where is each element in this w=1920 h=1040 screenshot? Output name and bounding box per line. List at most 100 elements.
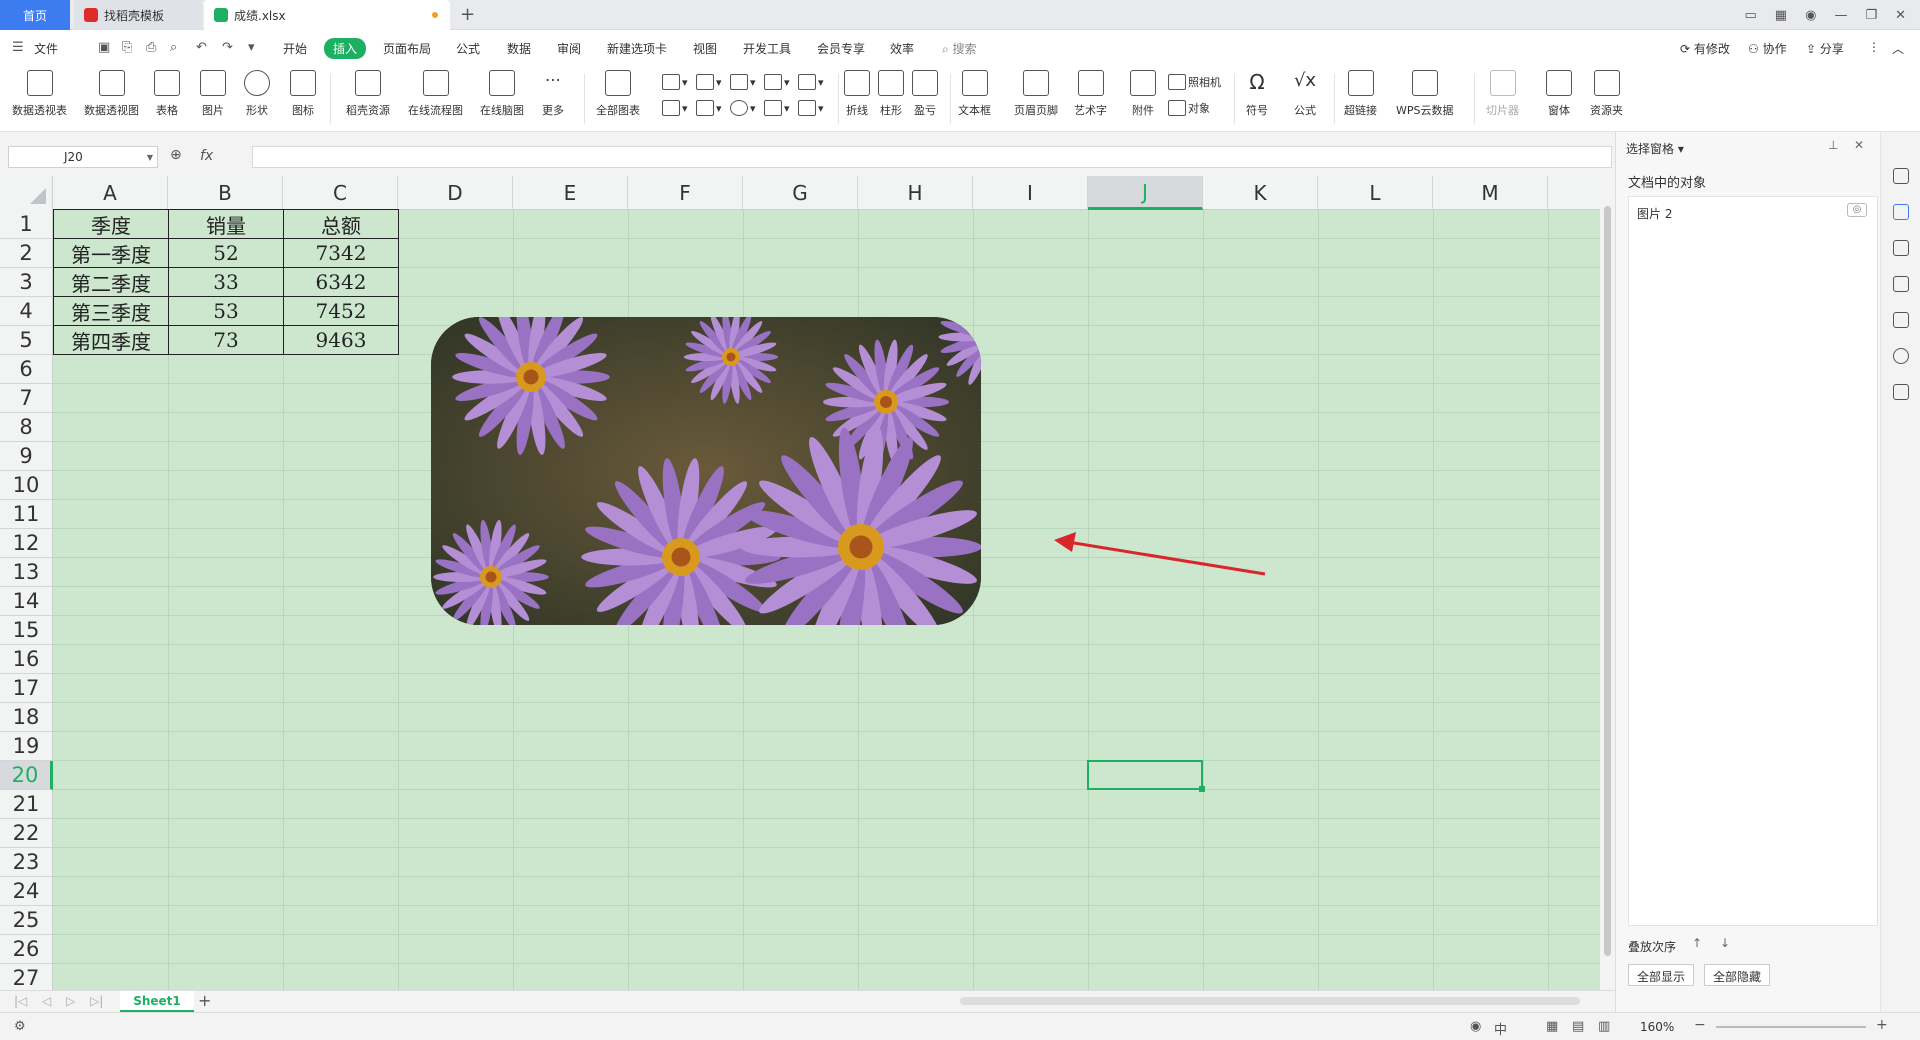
prev-sheet-icon[interactable]: ◁ xyxy=(42,994,51,1008)
menu-new-tab[interactable]: 新建选项卡 xyxy=(607,40,667,57)
menu-formula[interactable]: 公式 xyxy=(456,40,480,57)
restore-icon[interactable]: ❐ xyxy=(1865,8,1877,23)
stock-chart-small[interactable]: ▾ xyxy=(798,74,824,90)
equation-button[interactable]: √x 公式 xyxy=(1292,70,1318,118)
fx-label[interactable]: fx xyxy=(200,148,213,164)
hyperlink-button[interactable]: 超链接 xyxy=(1344,70,1377,118)
picture-button[interactable]: 图片 xyxy=(200,70,226,118)
sheet-tab[interactable]: Sheet1 xyxy=(120,991,194,1012)
tab-home[interactable]: 首页 xyxy=(0,0,70,30)
object-item[interactable]: 图片 2 xyxy=(1637,205,1672,222)
sparkline-winloss-button[interactable]: 盈亏 xyxy=(912,70,938,118)
shape-button[interactable]: 形状 xyxy=(244,70,270,118)
eye-protect-icon[interactable]: ◉ xyxy=(1470,1019,1481,1034)
menu-start[interactable]: 开始 xyxy=(283,40,307,57)
zoom-slider[interactable] xyxy=(1716,1026,1866,1028)
cursor-select-icon[interactable] xyxy=(1893,204,1909,220)
line-chart-small[interactable]: ▾ xyxy=(730,74,756,90)
book-icon[interactable] xyxy=(1893,384,1909,400)
name-box[interactable]: J20 ▼ xyxy=(8,146,158,168)
move-down-icon[interactable]: ↓ xyxy=(1720,936,1730,950)
horizontal-scrollbar[interactable] xyxy=(960,997,1580,1005)
minimize-icon[interactable]: — xyxy=(1834,8,1847,23)
vertical-scrollbar[interactable] xyxy=(1600,176,1615,990)
more-menu-icon[interactable]: ⋮ xyxy=(1868,40,1880,54)
formula-input[interactable] xyxy=(252,146,1612,168)
move-up-icon[interactable]: ↑ xyxy=(1692,936,1702,950)
close-icon[interactable]: ✕ xyxy=(1895,8,1906,23)
menu-data[interactable]: 数据 xyxy=(507,40,531,57)
icon-lib-button[interactable]: 图标 xyxy=(290,70,316,118)
redo-icon[interactable]: ↷ xyxy=(222,40,233,55)
menu-review[interactable]: 审阅 xyxy=(557,40,581,57)
menu-efficiency[interactable]: 效率 xyxy=(890,40,914,57)
vertical-scroll-thumb[interactable] xyxy=(1604,206,1611,956)
map-chart-small[interactable]: ▾ xyxy=(798,100,824,116)
show-all-button[interactable]: 全部显示 xyxy=(1628,964,1695,986)
image-tool-icon[interactable] xyxy=(1893,312,1909,328)
sparkline-column-button[interactable]: 柱形 xyxy=(878,70,904,118)
save-icon[interactable]: ▣ xyxy=(98,40,110,55)
style-icon[interactable] xyxy=(1893,348,1909,364)
combo-chart-small[interactable]: ▾ xyxy=(696,100,722,116)
sparkline-line-button[interactable]: 折线 xyxy=(844,70,870,118)
menu-file[interactable]: 文件 xyxy=(34,40,58,57)
normal-view-icon[interactable]: ▦ xyxy=(1546,1019,1558,1034)
zoom-level[interactable]: 160% xyxy=(1640,1020,1674,1034)
macro-icon[interactable]: ⚙ xyxy=(14,1019,26,1034)
hide-all-button[interactable]: 全部隐藏 xyxy=(1704,964,1771,986)
input-method-icon[interactable]: 中 xyxy=(1494,1019,1507,1038)
apps-grid-icon[interactable]: ▦ xyxy=(1775,8,1787,23)
avatar[interactable]: ◉ xyxy=(1805,8,1816,23)
header-footer-button[interactable]: 页眉页脚 xyxy=(1014,70,1058,118)
has-changes-button[interactable]: ⟳ 有修改 xyxy=(1680,40,1730,57)
pane-title[interactable]: 选择窗格 ▾ xyxy=(1626,140,1684,157)
more-button[interactable]: ⋯ 更多 xyxy=(540,70,566,118)
first-sheet-icon[interactable]: |◁ xyxy=(14,994,27,1008)
object-button[interactable]: 对象 xyxy=(1168,100,1210,116)
tab-template[interactable]: 找稻壳模板 xyxy=(74,0,202,30)
menu-page-layout[interactable]: 页面布局 xyxy=(383,40,431,57)
chevron-down-icon[interactable]: ▼ xyxy=(147,153,153,162)
search-box[interactable]: ⌕ 搜索 xyxy=(942,40,977,57)
textbox-button[interactable]: 文本框 xyxy=(958,70,991,118)
all-charts-button[interactable]: 全部图表 xyxy=(596,70,640,118)
close-pane-icon[interactable]: ✕ xyxy=(1854,138,1864,152)
mindmap-button[interactable]: 在线脑图 xyxy=(480,70,524,118)
pin-icon[interactable]: ⊥ xyxy=(1828,138,1838,152)
visibility-eye-icon[interactable]: ◎ xyxy=(1847,203,1867,217)
column-chart-small[interactable]: ▾ xyxy=(662,74,688,90)
slicer-button[interactable]: 切片器 xyxy=(1486,70,1519,118)
tab-file[interactable]: 成绩.xlsx xyxy=(204,0,450,30)
zoom-in-icon[interactable]: + xyxy=(1876,1017,1888,1033)
form-button[interactable]: 窗体 xyxy=(1546,70,1572,118)
camera-button[interactable]: 照相机 xyxy=(1168,74,1221,90)
format-icon[interactable] xyxy=(1893,276,1909,292)
undo-icon[interactable]: ↶ xyxy=(196,40,207,55)
new-tab-button[interactable]: + xyxy=(460,4,475,25)
scatter-chart-small[interactable]: ▾ xyxy=(764,100,790,116)
preview-icon[interactable]: ⌕ xyxy=(170,40,177,55)
page-break-view-icon[interactable]: ▥ xyxy=(1598,1019,1610,1034)
next-sheet-icon[interactable]: ▷ xyxy=(66,994,75,1008)
menu-insert[interactable]: 插入 xyxy=(324,38,367,59)
pivot-chart-button[interactable]: 数据透视图 xyxy=(84,70,139,118)
share-button[interactable]: ⇪ 分享 xyxy=(1806,40,1844,57)
hamburger-menu-icon[interactable]: ☰ xyxy=(12,40,24,55)
menu-view[interactable]: 视图 xyxy=(693,40,717,57)
pivot-table-button[interactable]: 数据透视表 xyxy=(12,70,67,118)
add-sheet-icon[interactable]: + xyxy=(198,991,211,1010)
bar-chart-small[interactable]: ▾ xyxy=(696,74,722,90)
resource-folder-button[interactable]: 资源夹 xyxy=(1590,70,1623,118)
menu-member[interactable]: 会员专享 xyxy=(817,40,865,57)
print-icon[interactable]: ⎙ xyxy=(146,40,156,55)
radar-chart-small[interactable]: ▾ xyxy=(764,74,790,90)
pie-chart-small[interactable]: ▾ xyxy=(730,100,756,116)
flowchart-button[interactable]: 在线流程图 xyxy=(408,70,463,118)
docer-resource-button[interactable]: 稻壳资源 xyxy=(346,70,390,118)
layout-icon[interactable]: ▭ xyxy=(1745,8,1757,23)
collapse-ribbon-icon[interactable]: ︿ xyxy=(1892,40,1904,57)
wordart-button[interactable]: 艺术字 xyxy=(1074,70,1107,118)
menu-developer[interactable]: 开发工具 xyxy=(743,40,791,57)
last-sheet-icon[interactable]: ▷| xyxy=(90,994,103,1008)
